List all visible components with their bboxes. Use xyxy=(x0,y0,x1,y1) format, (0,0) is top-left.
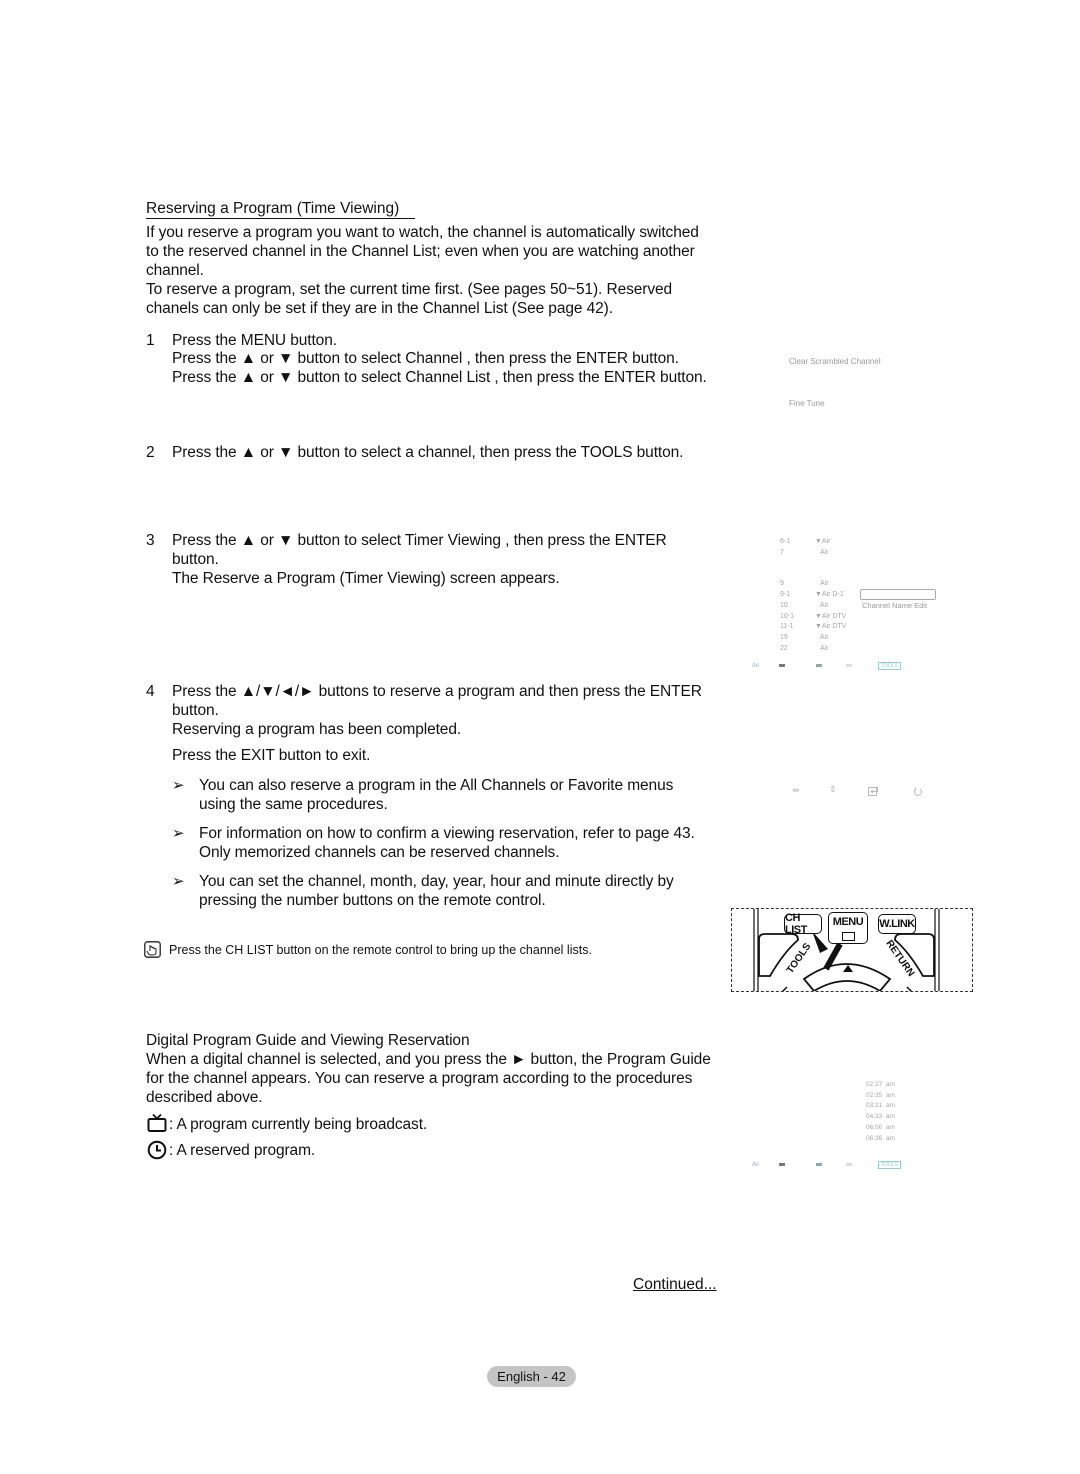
menu-button-label: MENU xyxy=(832,916,864,928)
footer-air-label: Air xyxy=(752,1162,760,1168)
legend-swatch xyxy=(846,664,852,667)
tip-text: Press the CH LIST button on the remote c… xyxy=(169,943,592,957)
note-line: For information on how to confirm a view… xyxy=(199,825,695,842)
channel-row: 10-1 ▼Air DTV xyxy=(780,612,847,620)
channel-name-edit-box xyxy=(860,589,936,600)
note-line: pressing the number buttons on the remot… xyxy=(199,892,546,909)
intro-line: to the reserved channel in the Channel L… xyxy=(146,243,695,260)
channel-list: 6-1 ▼Air 7 Air 9 Air 9-1 ▼Air D-1 10 Air 10-1… xyxy=(780,537,846,654)
legend-swatch xyxy=(779,1163,785,1166)
page-number-badge: English - 42 xyxy=(487,1366,576,1387)
page-number-label: English - 42 xyxy=(497,1369,566,1384)
step-line: Press the MENU button. xyxy=(172,332,337,349)
legend-swatch xyxy=(779,664,785,667)
note-line: using the same procedures. xyxy=(199,796,388,813)
adjust-icon: ⇕ xyxy=(829,784,837,794)
channel-row: 6-1 ▼Air xyxy=(780,538,831,545)
channel-row: 9 Air xyxy=(780,580,829,588)
footer-air-label: Air xyxy=(752,663,760,669)
channel-row: 10 Air xyxy=(780,601,829,609)
step-line: Press the ▲ or ▼ button to select Channe… xyxy=(172,369,707,386)
section-title: Reserving a Program (Time Viewing) xyxy=(146,199,416,219)
step-number: 2 xyxy=(146,444,155,461)
note-line: You can set the channel, month, day, yea… xyxy=(199,873,674,890)
continued-link[interactable]: Continued... xyxy=(633,1276,717,1294)
enter-icon xyxy=(868,784,879,802)
step-line: Press the ▲ or ▼ button to select Channe… xyxy=(172,350,679,367)
remote-control-illustration: CH LIST MENU W.LINK TOOLS RETURN xyxy=(731,908,973,992)
guide-time: 02:27 am xyxy=(866,1081,895,1088)
step-number: 1 xyxy=(146,332,155,349)
hand-note-icon xyxy=(144,941,161,963)
guide-time: 06:00 am xyxy=(866,1123,895,1131)
legend-text: : A program currently being broadcast. xyxy=(169,1116,428,1133)
step-line: Reserving a program has been completed. xyxy=(172,721,462,738)
guide-time: 06:36 am xyxy=(866,1134,895,1142)
intro-line: chanels can only be set if they are in t… xyxy=(146,300,613,317)
note-arrow-icon: ➢ xyxy=(172,825,185,842)
intro-line: To reserve a program, set the current ti… xyxy=(146,281,673,298)
guide-time: 04:33 am xyxy=(866,1113,895,1121)
step-line: The Reserve a Program (Timer Viewing) sc… xyxy=(172,570,560,587)
tools-badge: TOOLS xyxy=(878,662,901,670)
legend-text: : A reserved program. xyxy=(169,1142,316,1159)
tools-badge: TOOLS xyxy=(878,1161,901,1169)
menu-item-fine-tune: Fine Tune xyxy=(789,399,825,408)
channel-row: 19 Air xyxy=(780,633,829,641)
step-line: Press the ▲ or ▼ button to select Timer … xyxy=(172,532,667,549)
step-line: button. xyxy=(172,551,219,568)
guide-time-list: 02:27 am 02:35 am 03:21 am 04:33 am 06:0… xyxy=(866,1080,895,1144)
note-line: Only memorized channels can be reserved … xyxy=(199,844,560,861)
intro-line: channel. xyxy=(146,262,204,279)
step-line: button. xyxy=(172,702,219,719)
body-line: described above. xyxy=(146,1089,263,1106)
legend-swatch xyxy=(816,664,822,667)
step-line: Press the EXIT button to exit. xyxy=(172,747,371,764)
guide-time: 03:21 am xyxy=(866,1102,895,1110)
step-number: 4 xyxy=(146,683,155,700)
return-icon xyxy=(913,784,923,802)
channel-row: 9-1 ▼Air D-1 xyxy=(780,591,844,599)
body-line: When a digital channel is selected, and … xyxy=(146,1051,711,1068)
note-arrow-icon: ➢ xyxy=(172,777,185,794)
channel-row: 11-1 ▼Air DTV xyxy=(780,623,847,631)
step-line: Press the ▲/▼/◄/► buttons to reserve a p… xyxy=(172,683,702,700)
ch-list-button: CH LIST xyxy=(784,912,822,936)
move-icon: ⇹ xyxy=(792,785,800,795)
note-arrow-icon: ➢ xyxy=(172,873,185,890)
guide-time: 02:35 am xyxy=(866,1091,895,1099)
step-number: 3 xyxy=(146,532,155,549)
body-line: for the channel appears. You can reserve… xyxy=(146,1070,693,1087)
channel-row: 7 Air xyxy=(780,548,829,556)
w-link-button: W.LINK xyxy=(878,914,916,934)
note-line: You can also reserve a program in the Al… xyxy=(199,777,674,794)
step-line: Press the ▲ or ▼ button to select a chan… xyxy=(172,444,684,461)
legend-swatch xyxy=(816,1163,822,1166)
tv-icon xyxy=(147,1113,167,1138)
legend-swatch xyxy=(846,1163,852,1166)
intro-line: If you reserve a program you want to wat… xyxy=(146,224,699,241)
channel-row: 22 Air xyxy=(780,644,829,652)
channel-name-edit-label: Channel Name Edit xyxy=(862,601,928,610)
menu-glyph-icon xyxy=(842,932,855,941)
clock-icon xyxy=(147,1140,167,1165)
menu-item-clear-scrambled: Clear Scrambled Channel xyxy=(789,357,881,366)
section-title: Digital Program Guide and Viewing Reserv… xyxy=(146,1032,470,1049)
